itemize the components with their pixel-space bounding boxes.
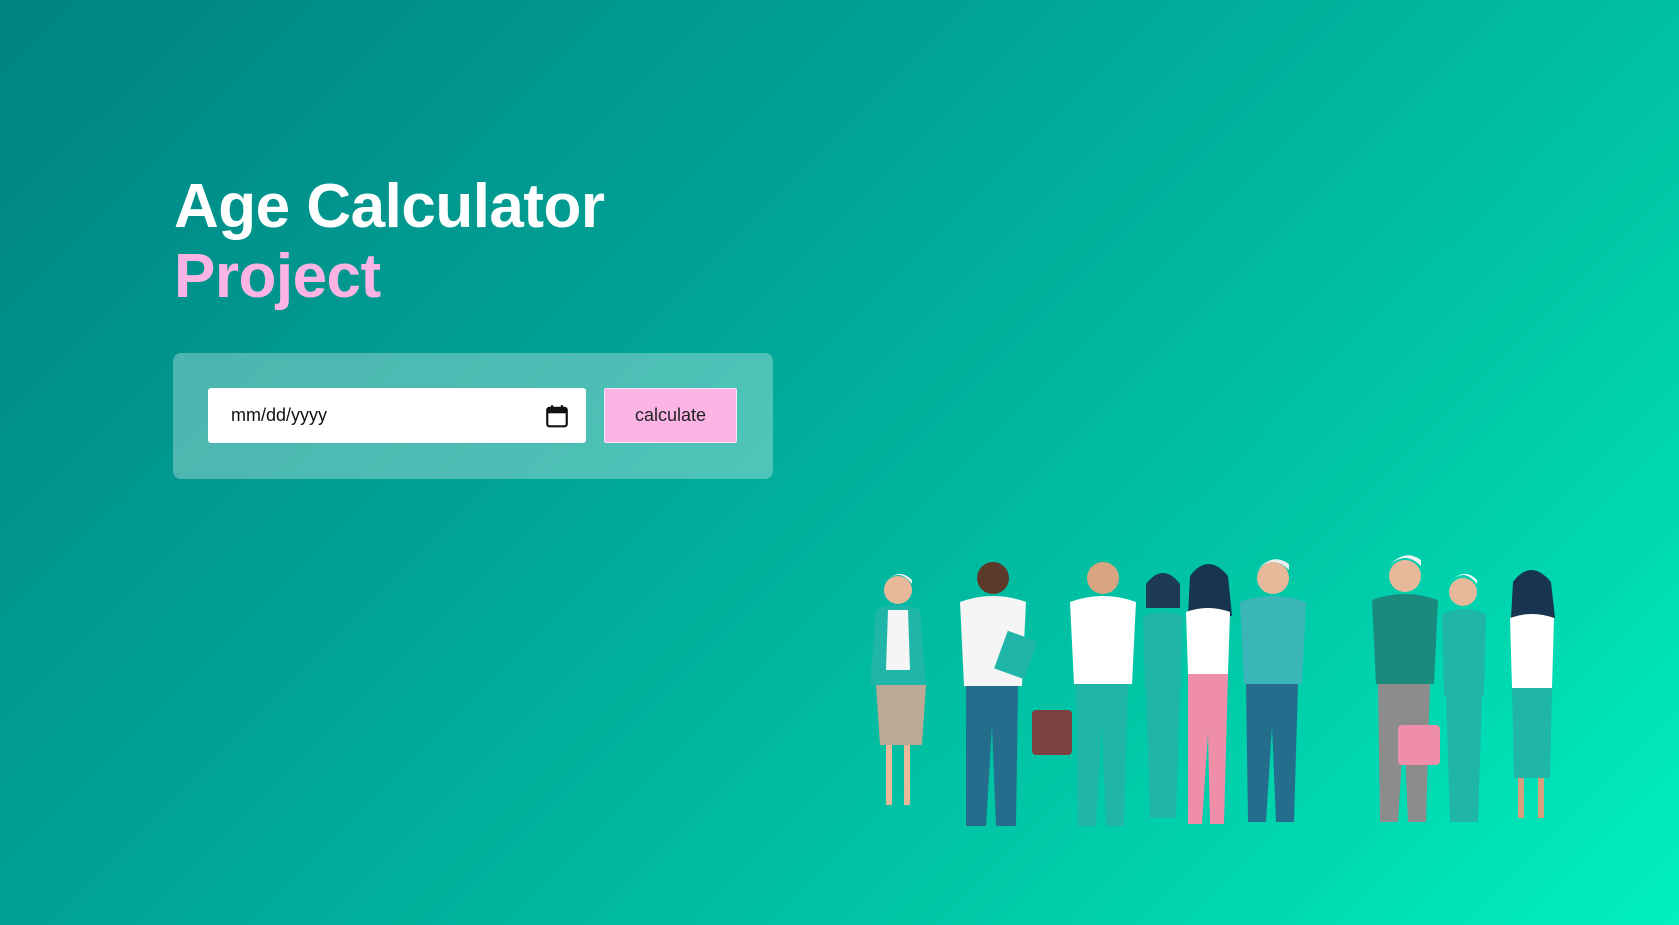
title-line-primary: Age Calculator xyxy=(174,172,605,241)
group-of-people-illustration xyxy=(870,555,1555,826)
person-figure xyxy=(1032,562,1136,826)
age-form-card: mm/dd/yyyy calculate xyxy=(173,353,773,479)
person-figure xyxy=(1143,573,1183,818)
calculate-button[interactable]: calculate xyxy=(604,388,737,443)
birthdate-input[interactable]: mm/dd/yyyy xyxy=(208,388,586,443)
calendar-icon[interactable] xyxy=(544,403,570,429)
person-figure xyxy=(1372,555,1438,822)
person-figure xyxy=(1186,564,1232,824)
page-title: Age Calculator Project xyxy=(174,172,605,312)
title-line-accent: Project xyxy=(174,242,381,311)
person-figure xyxy=(1510,570,1555,818)
person-figure xyxy=(960,562,1038,826)
person-figure xyxy=(1240,559,1306,822)
birthdate-placeholder: mm/dd/yyyy xyxy=(231,405,328,425)
person-figure xyxy=(870,573,926,805)
